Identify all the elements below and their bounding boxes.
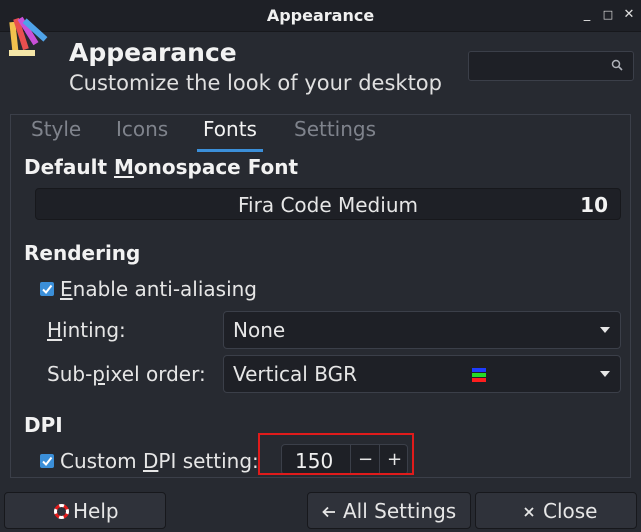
all-settings-button[interactable]: All Settings: [307, 492, 471, 529]
search-icon: [611, 59, 623, 71]
help-button[interactable]: Help: [4, 492, 166, 529]
maximize-button[interactable]: □: [601, 8, 615, 22]
monospace-font-button[interactable]: Fira Code Medium 10: [35, 188, 621, 220]
all-settings-label: All Settings: [343, 499, 457, 523]
hinting-value: None: [233, 318, 286, 342]
subpixel-label: Sub-pixel order:: [47, 362, 206, 386]
subpixel-mnemonic: p: [92, 362, 105, 386]
custom-dpi-label[interactable]: Custom DPI setting:: [60, 449, 259, 473]
tab-fonts[interactable]: Fonts: [197, 117, 263, 152]
subpixel-value: Vertical BGR: [233, 362, 357, 386]
dpi-highlight-box: [258, 433, 414, 475]
page-title: Appearance: [69, 38, 237, 67]
arrow-left-icon: [322, 506, 335, 518]
window-close-button[interactable]: ✕: [622, 8, 636, 22]
help-label: Help: [73, 499, 119, 523]
search-input[interactable]: [468, 51, 634, 81]
check-icon: [42, 284, 53, 295]
close-button[interactable]: Close: [475, 492, 637, 529]
close-icon: [524, 507, 534, 517]
page-subtitle: Customize the look of your desktop: [69, 71, 442, 95]
custom-dpi-label-rest: PI setting:: [158, 449, 259, 473]
monospace-title-prefix: Default: [24, 155, 114, 179]
subpixel-label-rest: ixel order:: [105, 362, 206, 386]
swatch-bar-green: [472, 373, 486, 377]
monospace-title-rest: onospace Font: [133, 155, 299, 179]
monospace-section-title: Default Monospace Font: [24, 155, 298, 179]
hinting-label-rest: inting:: [62, 318, 126, 342]
antialias-checkbox[interactable]: [40, 282, 54, 296]
custom-dpi-mnemonic: D: [142, 449, 159, 473]
monospace-title-mnemonic: M: [113, 155, 134, 179]
close-label: Close: [543, 499, 598, 523]
window-titlebar: Appearance _ □ ✕: [0, 0, 641, 32]
antialias-mnemonic: E: [60, 277, 73, 301]
check-icon: [42, 456, 53, 467]
antialias-label-rest: nable anti-aliasing: [72, 277, 258, 301]
tab-icons[interactable]: Icons: [116, 117, 168, 150]
subpixel-order-dropdown[interactable]: Vertical BGR: [223, 355, 621, 393]
tab-style[interactable]: Style: [31, 117, 81, 150]
tab-settings[interactable]: Settings: [294, 117, 376, 150]
appearance-app-icon: [9, 16, 48, 56]
subpixel-label-pre: Sub-: [47, 362, 93, 386]
subpixel-color-swatch: [472, 368, 486, 382]
monospace-font-size: 10: [580, 193, 608, 217]
help-icon: [54, 504, 69, 519]
hinting-label: Hinting:: [47, 318, 126, 342]
rendering-section-title: Rendering: [24, 241, 141, 265]
chevron-down-icon: [600, 327, 610, 333]
swatch-bar-red: [472, 378, 486, 382]
dpi-section-title: DPI: [24, 413, 63, 437]
custom-dpi-label-pre: Custom: [60, 449, 143, 473]
hinting-dropdown[interactable]: None: [223, 311, 621, 349]
minimize-button[interactable]: _: [580, 8, 594, 22]
custom-dpi-checkbox[interactable]: [40, 454, 54, 468]
swatch-bar-blue: [472, 368, 486, 372]
chevron-down-icon: [600, 371, 610, 377]
antialias-label[interactable]: Enable anti-aliasing: [60, 277, 257, 301]
monospace-font-name: Fira Code Medium: [238, 193, 418, 217]
window-title: Appearance: [266, 6, 375, 25]
hinting-mnemonic: H: [47, 318, 63, 342]
